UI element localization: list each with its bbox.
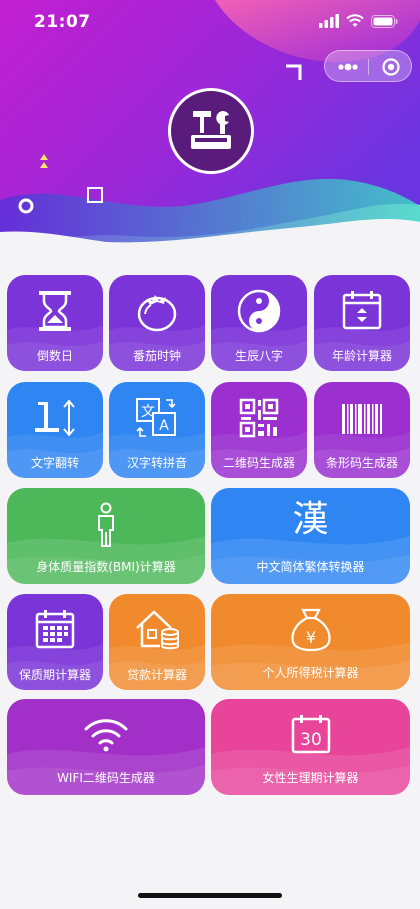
tile-label: 个人所得税计算器 <box>262 666 359 680</box>
tile-loan-calculator[interactable]: 贷款计算器 <box>109 594 205 690</box>
tile-label: 生辰八字 <box>234 349 283 363</box>
tile-shelf-life-calculator[interactable]: 保质期计算器 <box>7 594 103 690</box>
svg-text:A: A <box>159 418 169 434</box>
calendar-grid-icon <box>35 610 75 649</box>
tile-label: 保质期计算器 <box>18 668 91 682</box>
tile-pinyin[interactable]: 文 A 汉字转拼音 <box>109 382 205 478</box>
tile-barcode-generator[interactable]: 条形码生成器 <box>314 382 410 478</box>
barcode-icon <box>342 404 382 434</box>
status-icons <box>319 14 398 28</box>
tile-bmi-calculator[interactable]: 身体质量指数(BMI)计算器 <box>7 488 205 584</box>
money-bag-icon: ¥ <box>290 608 331 652</box>
more-icon[interactable] <box>337 59 359 75</box>
tile-label: 二维码生成器 <box>222 456 295 470</box>
tile-label: 汉字转拼音 <box>126 456 187 470</box>
tile-label: 条形码生成器 <box>325 456 398 470</box>
calendar-30-icon: 30 <box>291 715 330 754</box>
text-flip-icon <box>35 399 75 437</box>
header-banner: 21:07 <box>0 0 420 262</box>
tile-label: 番茄时钟 <box>132 349 181 363</box>
translate-icon: 文 A <box>136 398 176 437</box>
tile-text-flip[interactable]: 文字翻转 <box>7 382 103 478</box>
tile-income-tax-calculator[interactable]: ¥ 个人所得税计算器 <box>211 594 410 690</box>
svg-text:30: 30 <box>300 730 322 750</box>
tile-simplified-traditional-converter[interactable]: 漢 中文简体繁体转换器 <box>211 488 410 584</box>
signal-icon <box>319 14 339 28</box>
tile-label: WIFI二维码生成器 <box>57 771 155 785</box>
han-character-icon: 漢 <box>292 499 329 540</box>
tile-countdown[interactable]: 倒数日 <box>7 275 103 371</box>
tile-label: 年龄计算器 <box>331 349 392 363</box>
hourglass-icon <box>39 291 71 331</box>
status-bar: 21:07 <box>0 0 420 44</box>
capsule-divider <box>368 59 369 75</box>
tile-label: 倒数日 <box>36 349 73 363</box>
tile-bazi[interactable]: 生辰八字 <box>211 275 307 371</box>
tile-label: 中文简体繁体转换器 <box>256 560 365 574</box>
calendar-icon <box>342 291 382 330</box>
app-logo <box>168 88 254 174</box>
tile-wifi-qrcode-generator[interactable]: WIFI二维码生成器 <box>7 699 205 795</box>
qrcode-icon <box>239 398 279 438</box>
battery-icon <box>371 14 398 28</box>
person-icon <box>98 502 114 547</box>
tile-label: 女性生理期计算器 <box>262 771 359 785</box>
tile-qrcode-generator[interactable]: 二维码生成器 <box>211 382 307 478</box>
tile-age-calculator[interactable]: 年龄计算器 <box>314 275 410 371</box>
tile-period-calculator[interactable]: 30 女性生理期计算器 <box>211 699 410 795</box>
wifi-icon <box>84 719 128 752</box>
tile-label: 身体质量指数(BMI)计算器 <box>36 560 176 574</box>
svg-text:¥: ¥ <box>305 628 315 647</box>
tile-label: 文字翻转 <box>30 456 79 470</box>
wifi-status-icon <box>346 14 364 27</box>
yin-yang-icon <box>237 289 281 333</box>
tile-pomodoro[interactable]: 番茄时钟 <box>109 275 205 371</box>
home-indicator[interactable] <box>138 893 282 898</box>
house-coins-icon <box>136 610 179 650</box>
tile-label: 贷款计算器 <box>126 668 187 682</box>
toolbox-icon <box>191 111 231 149</box>
miniprogram-capsule <box>324 50 412 82</box>
close-miniprogram-icon[interactable] <box>381 57 401 77</box>
tomato-icon <box>137 295 177 332</box>
status-time: 21:07 <box>34 12 91 32</box>
